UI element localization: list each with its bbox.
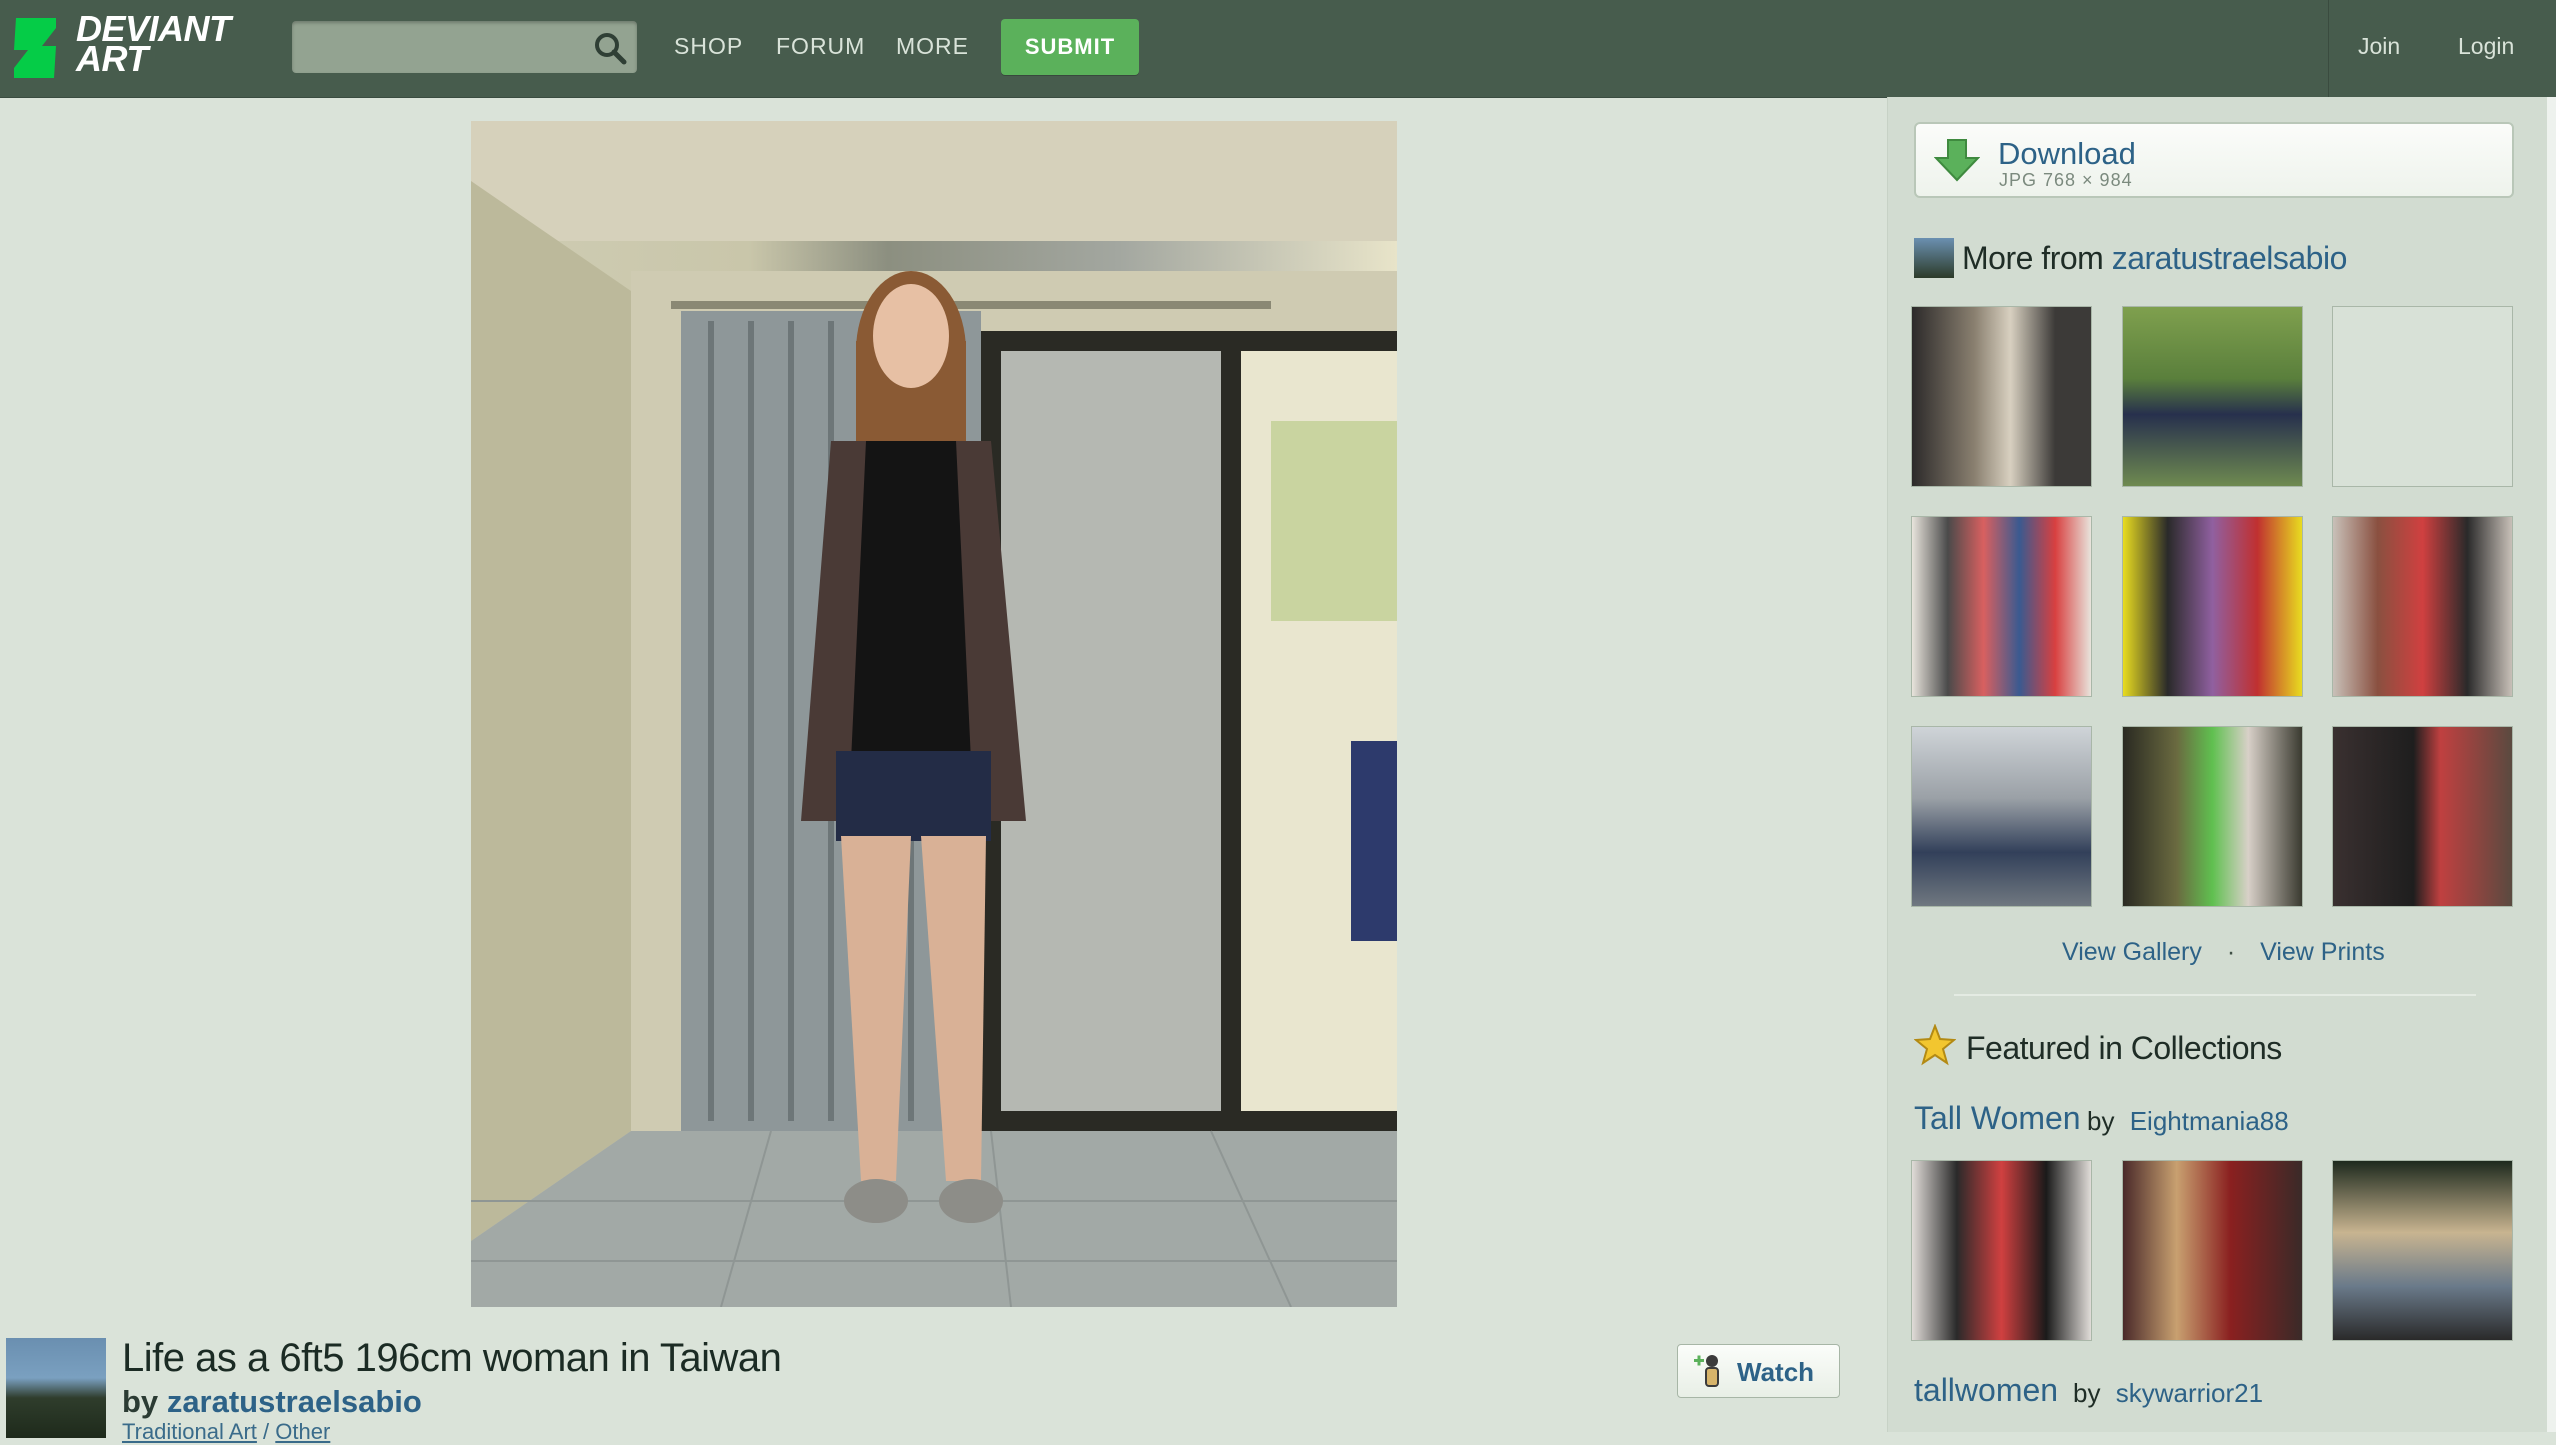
photo-illustration	[471, 121, 1397, 1307]
author-avatar[interactable]	[6, 1338, 106, 1438]
watch-label: Watch	[1737, 1357, 1815, 1387]
download-button[interactable]: Download JPG 768 × 984	[1914, 122, 2514, 198]
nav-forum[interactable]: FORUM	[776, 33, 865, 60]
download-label: Download	[1998, 136, 2136, 171]
search-box[interactable]	[292, 21, 637, 75]
download-arrow-icon	[1934, 139, 1980, 182]
nav-more[interactable]: MORE	[896, 33, 969, 60]
gallery-thumbnail[interactable]	[2332, 306, 2513, 487]
more-from-prefix: More from	[1962, 240, 2104, 276]
category-breadcrumb: Traditional Art / Other	[122, 1419, 330, 1445]
collection-owner-link[interactable]: Eightmania88	[2130, 1106, 2289, 1136]
nav-shop[interactable]: SHOP	[674, 33, 743, 60]
watch-icon	[1694, 1355, 1719, 1387]
collection-thumbnail[interactable]	[1911, 1160, 2092, 1341]
deviation-image[interactable]	[471, 121, 1397, 1307]
gallery-thumbnail[interactable]	[2332, 726, 2513, 907]
collection-title-link[interactable]: tallwomen	[1914, 1372, 2058, 1409]
collection-thumbnail[interactable]	[2122, 1160, 2303, 1341]
view-prints-link[interactable]: View Prints	[2260, 938, 2385, 966]
download-meta: JPG 768 × 984	[1999, 170, 2133, 190]
collection-byline: by skywarrior21	[2073, 1378, 2263, 1409]
gallery-thumbnail[interactable]	[2122, 306, 2303, 487]
gallery-thumbnail[interactable]	[1911, 306, 2092, 487]
deviation-title: Life as a 6ft5 196cm woman in Taiwan	[122, 1336, 782, 1380]
more-from-avatar-icon[interactable]	[1914, 238, 1954, 278]
view-gallery-link[interactable]: View Gallery	[2062, 938, 2202, 966]
gallery-links: View Gallery · View Prints	[2062, 938, 2385, 967]
collection-owner-link[interactable]: skywarrior21	[2116, 1378, 2263, 1408]
collection-byline: by Eightmania88	[2087, 1106, 2289, 1137]
section-divider	[1954, 994, 2476, 996]
collection-title-link[interactable]: Tall Women	[1914, 1100, 2081, 1137]
gallery-thumbnail[interactable]	[1911, 726, 2092, 907]
collection-by-prefix: by	[2087, 1106, 2115, 1136]
deviantart-logo[interactable]: DEVIANT ART	[14, 11, 244, 80]
search-input[interactable]	[292, 21, 588, 75]
top-navigation-bar: DEVIANT ART SHOP FORUM MORE SUBMIT Join …	[0, 0, 2556, 98]
featured-collections-heading: Featured in Collections	[1966, 1030, 2282, 1066]
nav-divider	[2328, 0, 2329, 97]
gallery-thumbnail[interactable]	[2122, 516, 2303, 697]
author-link[interactable]: zaratustraelsabio	[167, 1384, 422, 1419]
deviation-byline: by zaratustraelsabio	[122, 1384, 422, 1420]
star-icon	[1914, 1024, 1956, 1066]
join-link[interactable]: Join	[2358, 33, 2400, 60]
gallery-thumbnail[interactable]	[2122, 726, 2303, 907]
scrollbar[interactable]	[2547, 97, 2556, 1432]
search-icon[interactable]	[593, 31, 627, 65]
collection-by-prefix: by	[2073, 1378, 2101, 1408]
link-separator: ·	[2226, 938, 2236, 966]
collection-thumbnail[interactable]	[2332, 1160, 2513, 1341]
deviantart-logo-icon	[14, 18, 56, 78]
gallery-thumbnail[interactable]	[1911, 516, 2092, 697]
submit-button[interactable]: SUBMIT	[1001, 19, 1139, 75]
watch-button[interactable]: Watch	[1677, 1344, 1840, 1398]
gallery-thumbnail[interactable]	[2332, 516, 2513, 697]
more-from-heading: More from zaratustraelsabio	[1962, 240, 2347, 277]
byline-prefix: by	[122, 1384, 159, 1419]
more-from-author-link[interactable]: zaratustraelsabio	[2112, 240, 2348, 276]
login-link[interactable]: Login	[2458, 33, 2514, 60]
